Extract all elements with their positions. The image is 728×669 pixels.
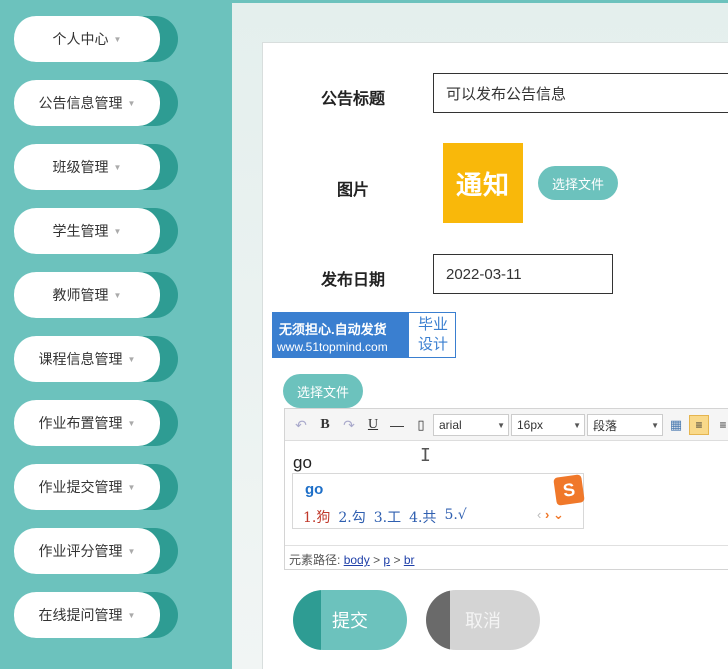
submit-button[interactable]: 提交 — [293, 590, 407, 650]
ime-candidate[interactable]: 2.勾 — [338, 507, 365, 527]
chevron-down-icon: ▼ — [497, 420, 505, 430]
element-path-bar: 元素路径: body > p > br — [285, 545, 728, 570]
sidebar-item-personal-center[interactable]: 个人中心 ▼ — [14, 16, 178, 62]
chevron-down-icon: ▼ — [113, 226, 122, 236]
submit-button-label: 提交 — [332, 611, 368, 631]
path-br-link[interactable]: br — [404, 553, 415, 567]
sidebar-item-label: 个人中心 — [52, 31, 109, 47]
chevron-right-icon[interactable]: › — [545, 507, 549, 522]
ime-nav: ‹ › ⌄ — [537, 507, 564, 523]
sidebar-item-label: 课程信息管理 — [38, 351, 123, 367]
sidebar-item-label: 公告信息管理 — [38, 95, 123, 111]
sidebar-item-label: 学生管理 — [52, 223, 109, 239]
path-separator: > — [373, 553, 381, 567]
font-size-select[interactable]: 16px ▼ — [511, 414, 585, 436]
table-icon[interactable]: ▦ — [667, 415, 685, 435]
sidebar-item-label: 作业提交管理 — [38, 479, 123, 495]
redo-icon[interactable]: ↷ — [341, 415, 357, 435]
font-family-value: arial — [439, 418, 462, 432]
ime-candidates: 1.狗 2.勾 3.工 4.共 5.√ — [303, 507, 467, 527]
chevron-down-icon: ▼ — [651, 420, 659, 430]
align-left-icon[interactable]: ≡ — [689, 415, 709, 435]
watermark-blue-block: 无须担心.自动发货 www.51topmind.com — [273, 313, 409, 357]
editor-content[interactable]: go — [293, 453, 312, 473]
chevron-down-icon: ▼ — [127, 418, 136, 428]
cancel-button-label: 取消 — [465, 611, 501, 631]
path-body-link[interactable]: body — [344, 553, 370, 567]
path-separator: > — [393, 553, 401, 567]
horizontal-rule-icon[interactable]: — — [389, 415, 405, 435]
chevron-down-icon: ▼ — [113, 34, 122, 44]
sidebar-item-student-management[interactable]: 学生管理 ▼ — [14, 208, 178, 254]
choose-file-button-2[interactable]: 选择文件 — [283, 374, 363, 408]
top-divider — [232, 0, 728, 3]
date-input[interactable]: 2022-03-11 — [433, 254, 613, 294]
path-p-link[interactable]: p — [383, 553, 390, 567]
sidebar-item-question-management[interactable]: 在线提问管理 ▼ — [14, 592, 178, 638]
ime-candidate[interactable]: 5.√ — [444, 507, 466, 527]
bold-button[interactable]: B — [317, 415, 333, 435]
sidebar-item-assignment-management[interactable]: 作业布置管理 ▼ — [14, 400, 178, 446]
chevron-down-icon: ▼ — [127, 98, 136, 108]
chevron-down-icon: ▼ — [113, 162, 122, 172]
font-family-select[interactable]: arial ▼ — [433, 414, 509, 436]
rich-text-editor: ↶ B ↷ U — ▯ arial ▼ 16px ▼ 段落 ▼ ▦ ≡ ≡ go I … — [284, 408, 728, 570]
watermark-line1: 无须担心.自动发货 — [279, 322, 387, 337]
watermark-url: www.51topmind.com — [277, 340, 388, 354]
watermark-side2: 设计 — [417, 336, 448, 353]
underline-button[interactable]: U — [365, 415, 381, 435]
chevron-down-icon: ▼ — [127, 546, 136, 556]
ime-composition: go — [305, 481, 324, 498]
sidebar-item-label: 班级管理 — [52, 159, 109, 175]
element-path-label: 元素路径: — [289, 553, 341, 567]
font-size-value: 16px — [517, 418, 544, 432]
date-label: 发布日期 — [321, 272, 386, 289]
ime-candidate[interactable]: 3.工 — [374, 507, 401, 527]
image-label: 图片 — [337, 182, 370, 199]
ime-candidate[interactable]: 4.共 — [409, 507, 436, 527]
paragraph-value: 段落 — [593, 418, 618, 433]
notice-image-thumbnail: 通知 — [443, 143, 523, 223]
page-icon[interactable]: ▯ — [413, 415, 429, 435]
sidebar-item-label: 作业布置管理 — [38, 415, 123, 431]
text-cursor-icon: I — [420, 445, 431, 466]
undo-icon[interactable]: ↶ — [293, 415, 309, 435]
chevron-left-icon[interactable]: ‹ — [537, 507, 541, 522]
title-input[interactable]: 可以发布公告信息 — [433, 73, 728, 113]
chevron-down-icon: ▼ — [113, 290, 122, 300]
sidebar-menu: 个人中心 ▼ 公告信息管理 ▼ 班级管理 ▼ 学生管理 ▼ 教师管理 ▼ 课程信息管理 ▼ … — [0, 0, 232, 669]
chevron-down-icon[interactable]: ⌄ — [553, 507, 564, 522]
ime-candidate[interactable]: 1.狗 — [303, 507, 330, 527]
chevron-down-icon: ▼ — [127, 610, 136, 620]
sogou-logo-icon: S — [553, 474, 585, 506]
chevron-down-icon: ▼ — [127, 482, 136, 492]
chevron-down-icon: ▼ — [127, 354, 136, 364]
sidebar-item-notice-management[interactable]: 公告信息管理 ▼ — [14, 80, 178, 126]
sidebar-item-course-management[interactable]: 课程信息管理 ▼ — [14, 336, 178, 382]
sidebar-item-class-management[interactable]: 班级管理 ▼ — [14, 144, 178, 190]
ime-candidate-window: go S 1.狗 2.勾 3.工 4.共 5.√ ‹ › ⌄ — [292, 473, 585, 529]
choose-image-button[interactable]: 选择文件 — [538, 166, 618, 200]
chevron-down-icon: ▼ — [573, 420, 581, 430]
title-label: 公告标题 — [321, 91, 386, 108]
sidebar-item-label: 教师管理 — [52, 287, 109, 303]
editor-toolbar: ↶ B ↷ U — ▯ arial ▼ 16px ▼ 段落 ▼ ▦ ≡ ≡ — [285, 409, 728, 441]
watermark-side1: 毕业 — [417, 316, 448, 333]
watermark-banner: 无须担心.自动发货 www.51topmind.com 毕业 设计 — [272, 312, 456, 358]
align-center-icon[interactable]: ≡ — [713, 415, 728, 435]
watermark-side: 毕业 设计 — [411, 315, 455, 355]
sidebar-item-label: 在线提问管理 — [38, 607, 123, 623]
sidebar-item-teacher-management[interactable]: 教师管理 ▼ — [14, 272, 178, 318]
paragraph-select[interactable]: 段落 ▼ — [587, 414, 663, 436]
sidebar-item-submission-management[interactable]: 作业提交管理 ▼ — [14, 464, 178, 510]
thumbnail-text: 通知 — [455, 169, 510, 200]
sidebar-item-label: 作业评分管理 — [38, 543, 123, 559]
sidebar-item-grading-management[interactable]: 作业评分管理 ▼ — [14, 528, 178, 574]
cancel-button[interactable]: 取消 — [426, 590, 540, 650]
